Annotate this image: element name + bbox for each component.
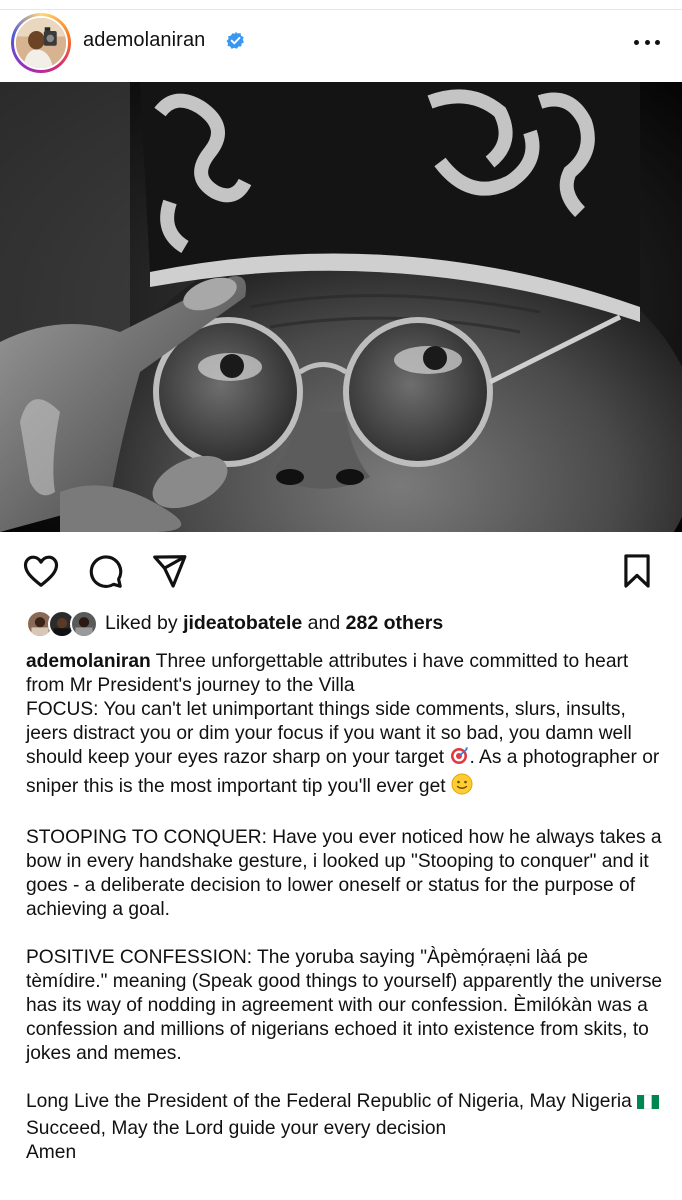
caption-stooping: STOOPING TO CONQUER: Have you ever notic… bbox=[26, 827, 662, 920]
post-image[interactable] bbox=[0, 82, 682, 532]
likes-row[interactable]: Liked by jideatobatele and 282 others bbox=[0, 606, 682, 642]
caption-positive: POSITIVE CONFESSION: The yoruba saying "… bbox=[26, 947, 663, 1064]
post-caption: ademolaniran Three unforgettable attribu… bbox=[26, 650, 666, 1165]
post-username[interactable]: ademolaniran bbox=[83, 29, 205, 52]
liked-by-user-link[interactable]: jideatobatele bbox=[183, 612, 302, 634]
smile-emoji-icon bbox=[451, 773, 473, 802]
caption-amen: Amen bbox=[26, 1142, 77, 1163]
caption-intro: ademolaniran Three unforgettable attribu… bbox=[26, 650, 666, 698]
likes-text: Liked by jideatobatele and 282 others bbox=[105, 612, 443, 635]
heart-icon[interactable] bbox=[22, 552, 60, 590]
bookmark-icon[interactable] bbox=[618, 552, 656, 590]
profile-avatar[interactable] bbox=[11, 13, 71, 73]
likes-others-link[interactable]: 282 others bbox=[346, 612, 444, 634]
caption-long-live: Long Live the President of the Federal R… bbox=[26, 1090, 666, 1141]
caption-focus: FOCUS: You can't let unimportant things … bbox=[26, 698, 666, 802]
comment-icon[interactable] bbox=[86, 552, 124, 590]
avatar bbox=[70, 610, 98, 638]
target-emoji-icon bbox=[449, 746, 469, 773]
caption-long-live-text-b: Succeed, May the Lord guide your every d… bbox=[26, 1118, 447, 1139]
likes-middle: and bbox=[302, 612, 346, 634]
post-actions bbox=[0, 532, 682, 608]
avatar bbox=[14, 16, 68, 70]
post-header: ademolaniran bbox=[0, 10, 682, 82]
nigeria-flag-icon bbox=[637, 1093, 660, 1117]
share-icon[interactable] bbox=[150, 552, 188, 590]
liked-by-avatars bbox=[26, 610, 100, 640]
more-horizontal-icon[interactable] bbox=[634, 40, 660, 46]
caption-long-live-text-a: Long Live the President of the Federal R… bbox=[26, 1091, 638, 1112]
caption-username[interactable]: ademolaniran bbox=[26, 651, 151, 672]
likes-prefix: Liked by bbox=[105, 612, 184, 634]
verified-badge-icon bbox=[226, 31, 245, 50]
